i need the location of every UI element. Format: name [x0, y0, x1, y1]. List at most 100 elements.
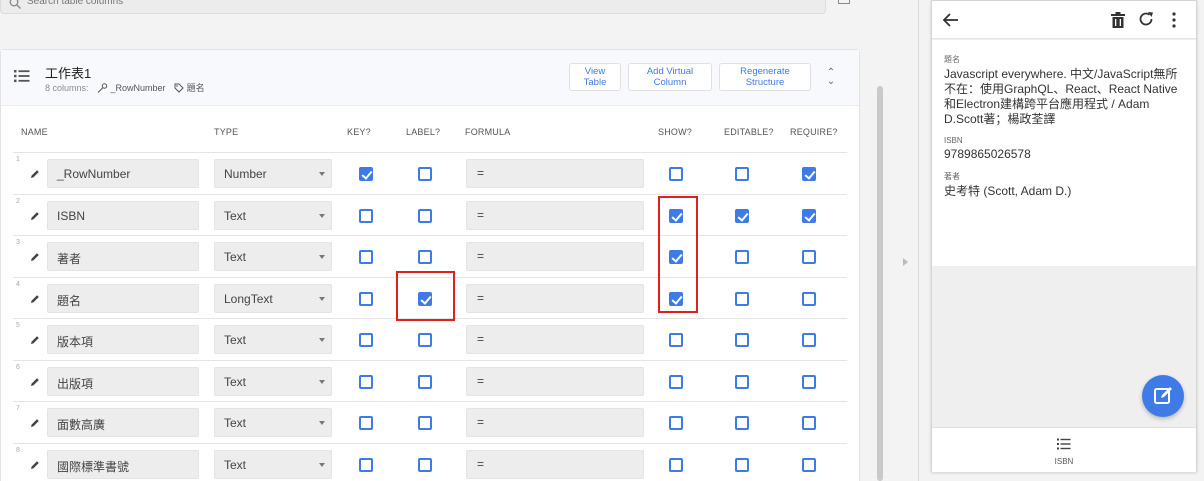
view-table-button[interactable]: View Table	[569, 63, 621, 91]
column-type-select[interactable]: Text	[214, 200, 332, 230]
editable-checkbox[interactable]	[735, 457, 749, 472]
search-bar[interactable]	[0, 0, 826, 14]
key-checkbox[interactable]	[359, 416, 373, 430]
pencil-icon[interactable]	[30, 252, 40, 262]
formula-field[interactable]: =	[466, 366, 644, 396]
column-type-value: Text	[224, 416, 247, 430]
back-arrow-icon[interactable]	[942, 11, 960, 29]
column-type-select[interactable]: Text	[214, 366, 332, 396]
dropdown-arrow-icon	[319, 255, 325, 259]
editable-checkbox[interactable]	[735, 333, 749, 347]
column-name-field[interactable]: _RowNumber	[47, 159, 199, 188]
formula-field[interactable]: =	[466, 449, 644, 479]
add-virtual-column-button[interactable]: Add Virtual Column	[628, 63, 712, 91]
editable-checkbox[interactable]	[735, 291, 749, 306]
column-name-field[interactable]: 出版項	[47, 366, 199, 396]
column-type-value: Text	[224, 333, 247, 347]
pencil-icon[interactable]	[30, 211, 40, 221]
require-checkbox[interactable]	[802, 374, 816, 389]
require-checkbox[interactable]	[802, 333, 816, 347]
pencil-icon[interactable]	[30, 460, 40, 470]
more-options-icon[interactable]	[1171, 12, 1177, 28]
label-checkbox[interactable]	[418, 416, 432, 430]
key-checkbox[interactable]	[359, 457, 373, 472]
header-name: NAME	[21, 127, 48, 137]
column-name-field[interactable]: 著者	[47, 242, 199, 271]
column-type-select[interactable]: Text	[214, 449, 332, 479]
pencil-icon[interactable]	[30, 335, 40, 345]
key-checkbox[interactable]	[359, 250, 373, 264]
editable-checkbox[interactable]	[735, 374, 749, 389]
column-name-field[interactable]: 國際標準書號	[47, 449, 199, 479]
formula-field[interactable]: =	[466, 325, 644, 354]
require-checkbox[interactable]	[802, 457, 816, 472]
label-checkbox[interactable]	[418, 208, 432, 223]
table-subtitle: 8 columns: _RowNumber 題名	[45, 81, 205, 94]
table-scrollbar[interactable]	[877, 86, 883, 481]
editable-checkbox[interactable]	[735, 208, 749, 223]
column-type-select[interactable]: Text	[214, 408, 332, 437]
formula-field[interactable]: =	[466, 283, 644, 313]
header-key: KEY?	[347, 127, 371, 137]
column-name-field[interactable]: ISBN	[47, 200, 199, 230]
column-name-field[interactable]: 面數高廣	[47, 408, 199, 437]
show-checkbox[interactable]	[669, 457, 683, 472]
editable-checkbox[interactable]	[735, 416, 749, 430]
collapse-toggle-icon[interactable]: ⌃ ⌄	[823, 68, 839, 87]
key-checkbox[interactable]	[359, 374, 373, 389]
formula-field[interactable]: =	[466, 242, 644, 271]
splitter-arrow-icon[interactable]	[903, 258, 908, 266]
pencil-icon[interactable]	[30, 377, 40, 387]
label-checkbox[interactable]	[418, 374, 432, 389]
editable-checkbox[interactable]	[735, 167, 749, 181]
key-checkbox[interactable]	[359, 208, 373, 223]
label-highlight-box	[396, 271, 455, 321]
show-checkbox[interactable]	[669, 333, 683, 347]
key-checkbox[interactable]	[359, 333, 373, 347]
pencil-icon[interactable]	[30, 418, 40, 428]
formula-field[interactable]: =	[466, 159, 644, 188]
trash-icon[interactable]	[1110, 11, 1126, 29]
editable-checkbox[interactable]	[735, 250, 749, 264]
pane-splitter[interactable]	[918, 0, 919, 481]
column-type-select[interactable]: Text	[214, 325, 332, 354]
regenerate-structure-button[interactable]: Regenerate Structure	[719, 63, 811, 91]
row-number: 7	[16, 405, 20, 412]
require-checkbox[interactable]	[802, 291, 816, 306]
formula-field[interactable]: =	[466, 200, 644, 230]
pencil-icon[interactable]	[30, 169, 40, 179]
column-type-select[interactable]: Text	[214, 242, 332, 271]
row-number: 4	[16, 280, 20, 288]
show-checkbox[interactable]	[669, 374, 683, 389]
column-type-select[interactable]: LongText	[214, 283, 332, 313]
require-checkbox[interactable]	[802, 416, 816, 430]
show-checkbox[interactable]	[669, 416, 683, 430]
refresh-icon[interactable]	[1137, 10, 1155, 28]
column-type-select[interactable]: Number	[214, 159, 332, 188]
require-checkbox[interactable]	[802, 250, 816, 264]
footer-label[interactable]: ISBN	[932, 457, 1196, 466]
list-view-icon[interactable]	[1057, 438, 1071, 450]
list-icon[interactable]	[14, 69, 30, 83]
require-checkbox[interactable]	[802, 208, 816, 223]
edit-fab-button[interactable]	[1142, 375, 1184, 417]
search-input[interactable]	[27, 0, 327, 7]
require-checkbox[interactable]	[802, 167, 816, 181]
row-number: 2	[16, 197, 20, 205]
formula-field[interactable]: =	[466, 408, 644, 437]
preview-field-value: 史考特 (Scott, Adam D.)	[944, 184, 1072, 198]
label-checkbox[interactable]	[418, 167, 432, 181]
preview-field-label: ISBN	[944, 136, 963, 145]
row-number: 3	[16, 239, 20, 246]
label-checkbox[interactable]	[418, 457, 432, 472]
expand-icon[interactable]	[838, 0, 850, 4]
table-title: 工作表1	[45, 66, 92, 81]
key-checkbox[interactable]	[359, 167, 373, 181]
label-checkbox[interactable]	[418, 250, 432, 264]
column-name-field[interactable]: 題名	[47, 283, 199, 313]
label-checkbox[interactable]	[418, 333, 432, 347]
show-checkbox[interactable]	[669, 167, 683, 181]
column-name-field[interactable]: 版本項	[47, 325, 199, 354]
pencil-icon[interactable]	[30, 294, 40, 304]
key-checkbox[interactable]	[359, 291, 373, 306]
